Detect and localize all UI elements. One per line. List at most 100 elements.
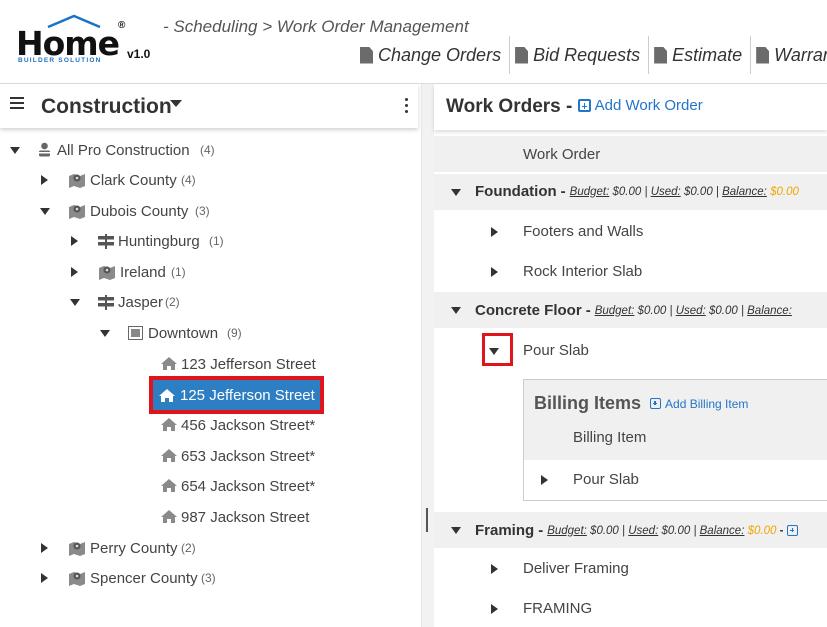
work-order-row[interactable]: FRAMING — [434, 594, 827, 624]
collapse-toggle-icon[interactable] — [70, 299, 80, 306]
add-work-order-button[interactable]: Add Work Order — [577, 97, 703, 114]
collapse-toggle-icon[interactable] — [451, 527, 461, 534]
tree-node-987-jackson[interactable]: 987 Jackson Street — [0, 503, 420, 531]
document-icon — [360, 46, 373, 64]
tree-node-count: (4) — [200, 143, 215, 157]
tree-node-spencer-county[interactable]: Spencer County (3) — [0, 564, 420, 592]
group-budget-summary: Budget: $0.00 | Used: $0.00 | Balance: — [594, 304, 792, 317]
document-icon — [756, 46, 770, 64]
splitter-handle[interactable] — [426, 508, 428, 532]
person-icon — [37, 142, 52, 161]
tree-node-downtown[interactable]: Downtown (9) — [0, 319, 420, 347]
group-dash: - — [538, 522, 544, 539]
billing-item-row[interactable]: Pour Slab — [524, 466, 827, 494]
collapse-toggle-icon[interactable] — [100, 330, 110, 337]
column-header-label: Work Order — [523, 146, 601, 163]
billing-items-header: Billing Items Add Billing Item Billing I… — [524, 380, 827, 460]
hamburger-menu-icon[interactable] — [10, 97, 24, 110]
expand-toggle-icon[interactable] — [41, 543, 48, 553]
nav-label: Bid Requests — [533, 44, 641, 65]
app-header: Home ® BUILDER SOLUTION v1.0 - Schedulin… — [0, 0, 827, 84]
tree-node-label: Perry County — [90, 539, 178, 557]
tree-panel-header: Construction — [0, 84, 418, 128]
app-logo[interactable]: Home ® BUILDER SOLUTION v1.0 — [14, 14, 164, 74]
neighborhood-icon — [128, 326, 143, 344]
expand-toggle-icon[interactable] — [491, 227, 498, 237]
work-order-column-header: Work Order — [434, 136, 827, 172]
house-icon — [158, 388, 176, 403]
plus-square-icon — [577, 99, 591, 112]
tree-node-jasper[interactable]: Jasper (2) — [0, 288, 420, 316]
expand-toggle-icon[interactable] — [491, 604, 498, 614]
work-order-label: Rock Interior Slab — [523, 263, 643, 280]
logo-registered: ® — [118, 20, 126, 31]
expand-toggle-icon[interactable] — [41, 175, 48, 185]
collapse-toggle-icon[interactable] — [40, 208, 50, 215]
house-icon — [160, 417, 178, 436]
add-group-item-icon[interactable] — [787, 525, 799, 536]
expand-toggle-icon[interactable] — [71, 267, 78, 277]
expand-toggle-icon[interactable] — [41, 573, 48, 583]
tree-node-123-jefferson[interactable]: 123 Jefferson Street — [0, 350, 420, 378]
group-row-framing[interactable]: Framing - Budget: $0.00 | Used: $0.00 | … — [434, 512, 827, 548]
tree-node-count: (3) — [201, 571, 216, 585]
billing-items-panel: Billing Items Add Billing Item Billing I… — [523, 379, 827, 501]
collapse-toggle-icon[interactable] — [10, 147, 20, 154]
collapse-toggle-icon[interactable] — [451, 307, 461, 314]
tree-node-label: Huntingburg — [118, 232, 200, 250]
expand-toggle-icon[interactable] — [491, 267, 498, 277]
house-icon — [160, 509, 178, 528]
add-billing-item-button[interactable]: Add Billing Item — [650, 397, 748, 411]
tree-node-653-jackson[interactable]: 653 Jackson Street* — [0, 442, 420, 470]
expand-toggle-icon[interactable] — [541, 475, 548, 485]
tree-node-clark-county[interactable]: Clark County (4) — [0, 166, 420, 194]
tree-node-456-jackson[interactable]: 456 Jackson Street* — [0, 411, 420, 439]
group-row-concrete-floor[interactable]: Concrete Floor - Budget: $0.00 | Used: $… — [434, 292, 827, 328]
highlight-box — [482, 333, 513, 366]
nav-warranty[interactable]: Warranty — [751, 36, 827, 74]
group-title: Framing — [475, 522, 535, 539]
nav-estimate[interactable]: Estimate — [649, 36, 752, 74]
add-work-order-label: Add Work Order — [594, 97, 703, 114]
nav-bid-requests[interactable]: Bid Requests — [510, 36, 650, 74]
breadcrumb: - Scheduling > Work Order Management — [163, 17, 469, 36]
work-order-row[interactable]: Footers and Walls — [434, 217, 827, 247]
house-icon — [160, 448, 178, 467]
tree-node-count: (9) — [227, 326, 242, 340]
tree-node-count: (2) — [181, 541, 196, 555]
work-orders-title: Work Orders - — [446, 96, 573, 117]
expand-toggle-icon[interactable] — [71, 236, 78, 246]
caret-down-icon[interactable] — [170, 100, 182, 107]
house-icon — [160, 478, 178, 497]
tree-node-perry-county[interactable]: Perry County (2) — [0, 534, 420, 562]
plus-square-icon — [650, 398, 662, 409]
panel-splitter[interactable] — [421, 84, 434, 627]
tree-node-company[interactable]: All Pro Construction (4) — [0, 136, 420, 164]
tree-node-125-jefferson-selected[interactable]: 125 Jefferson Street — [149, 376, 324, 414]
tree-node-label: 987 Jackson Street — [181, 508, 310, 526]
kebab-menu-icon[interactable] — [405, 98, 409, 116]
tree-node-count: (1) — [171, 265, 186, 279]
billing-item-label: Pour Slab — [573, 471, 639, 488]
tree-node-654-jackson[interactable]: 654 Jackson Street* — [0, 472, 420, 500]
map-icon — [68, 570, 86, 590]
selected-node-highlight[interactable]: 125 Jefferson Street — [149, 376, 324, 414]
work-order-label: FRAMING — [523, 600, 593, 617]
collapse-toggle-icon[interactable] — [451, 189, 461, 196]
work-order-row[interactable]: Deliver Framing — [434, 554, 827, 584]
work-order-row[interactable]: Rock Interior Slab — [434, 257, 827, 287]
tree-node-huntingburg[interactable]: Huntingburg (1) — [0, 227, 420, 255]
work-order-label: Pour Slab — [523, 342, 589, 359]
tree-node-dubois-county[interactable]: Dubois County (3) — [0, 197, 420, 225]
tree-node-ireland[interactable]: Ireland (1) — [0, 258, 420, 286]
nav-change-orders[interactable]: Change Orders — [355, 36, 511, 74]
tree-panel-title[interactable]: Construction — [41, 95, 172, 119]
map-icon — [68, 172, 86, 192]
tree-node-label: 653 Jackson Street* — [181, 447, 316, 465]
group-row-foundation[interactable]: Foundation - Budget: $0.00 | Used: $0.00… — [434, 174, 827, 210]
signpost-icon — [98, 234, 114, 253]
tree-node-count: (1) — [209, 234, 224, 248]
expand-toggle-icon[interactable] — [491, 564, 498, 574]
top-nav: Change Orders Bid Requests Estimate Warr… — [355, 36, 827, 74]
tree-node-label: 456 Jackson Street* — [181, 416, 316, 434]
